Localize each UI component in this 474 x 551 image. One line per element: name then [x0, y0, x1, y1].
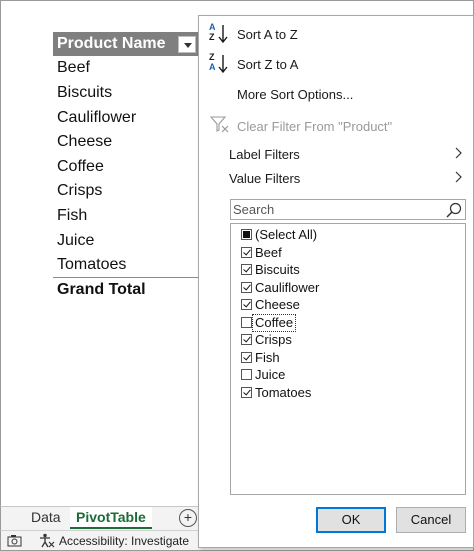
pivot-row[interactable]: Beef: [57, 58, 90, 78]
checkbox[interactable]: [241, 247, 252, 258]
select-all-checkbox[interactable]: [241, 229, 252, 240]
clear-filter-option[interactable]: Clear Filter From "Product": [237, 119, 392, 135]
clear-filter-icon: [210, 116, 229, 133]
filter-values-list[interactable]: (Select All) Beef Biscuits Cauliflower C…: [230, 223, 466, 495]
list-item-label: Fish: [255, 350, 280, 365]
checkbox[interactable]: [241, 282, 252, 293]
pivot-row[interactable]: Biscuits: [57, 83, 112, 103]
accessibility-status[interactable]: Accessibility: Investigate: [59, 534, 189, 548]
sort-a-to-z-option[interactable]: Sort A to Z: [237, 27, 298, 43]
list-item-label: Beef: [255, 245, 282, 260]
list-item-label: Crisps: [255, 332, 292, 347]
tab-pivottable[interactable]: PivotTable: [70, 507, 152, 529]
chevron-right-icon: [455, 147, 462, 159]
pivot-row[interactable]: Crisps: [57, 181, 102, 201]
search-icon: [446, 202, 462, 218]
list-item-label: Biscuits: [255, 262, 300, 277]
checkbox[interactable]: [241, 264, 252, 275]
add-sheet-icon[interactable]: +: [179, 509, 197, 527]
checkbox[interactable]: [241, 299, 252, 310]
checkbox[interactable]: [241, 317, 252, 328]
checkbox[interactable]: [241, 334, 252, 345]
grand-total-label[interactable]: Grand Total: [57, 280, 146, 300]
filter-dropdown-button[interactable]: [178, 36, 196, 53]
sort-az-icon: AZ: [209, 23, 229, 45]
filter-dropdown-menu: AZ Sort A to Z ZA Sort Z to A More Sort …: [198, 15, 474, 548]
sort-za-icon: ZA: [209, 53, 229, 75]
more-sort-options[interactable]: More Sort Options...: [237, 87, 353, 103]
checkbox[interactable]: [241, 369, 252, 380]
sort-z-to-a-option[interactable]: Sort Z to A: [237, 57, 298, 73]
grand-total-divider: [53, 277, 200, 278]
cell-mode-icon[interactable]: [7, 534, 22, 547]
checkbox[interactable]: [241, 387, 252, 398]
tab-data[interactable]: Data: [31, 509, 61, 525]
chevron-right-icon: [455, 171, 462, 183]
cancel-button[interactable]: Cancel: [396, 507, 466, 533]
list-item-label: Cheese: [255, 297, 300, 312]
list-item-label: Coffee: [251, 314, 297, 332]
pivot-row[interactable]: Fish: [57, 206, 87, 226]
search-input[interactable]: [231, 200, 441, 219]
pivot-row[interactable]: Cheese: [57, 132, 112, 152]
value-filters-option[interactable]: Value Filters: [229, 171, 300, 187]
checkbox[interactable]: [241, 352, 252, 363]
pivot-row[interactable]: Coffee: [57, 157, 104, 177]
pivot-row[interactable]: Cauliflower: [57, 108, 136, 128]
search-box: [230, 199, 466, 220]
list-item-label: (Select All): [255, 227, 318, 242]
list-item-label: Cauliflower: [255, 280, 320, 295]
list-item-label: Juice: [255, 367, 286, 382]
list-item-label: Tomatoes: [255, 385, 312, 400]
pivot-row[interactable]: Juice: [57, 231, 94, 251]
label-filters-option[interactable]: Label Filters: [229, 147, 300, 163]
ok-button[interactable]: OK: [316, 507, 386, 533]
accessibility-icon[interactable]: [39, 533, 55, 548]
pivot-row[interactable]: Tomatoes: [57, 255, 126, 275]
